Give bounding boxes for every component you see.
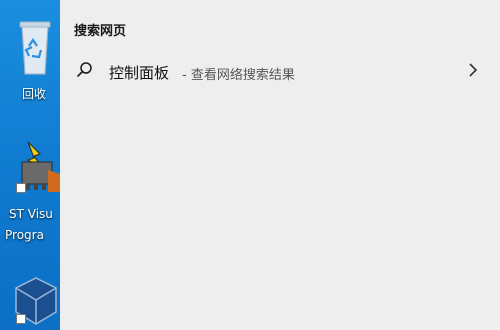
desktop-icon-recycle-bin[interactable]: 回收 <box>0 10 60 105</box>
section-title-web-search: 搜索网页 <box>74 24 127 39</box>
desktop-icon-st-visual-programmer[interactable]: ST Visu Progra <box>0 140 60 250</box>
search-icon <box>77 62 92 77</box>
shortcut-arrow-icon-2 <box>16 314 26 324</box>
st-visual-label-line1: ST Visu <box>9 207 53 221</box>
chevron-right-icon[interactable] <box>468 62 478 78</box>
search-result-control-panel[interactable]: 控制面板 - 查看网络搜索结果 <box>68 56 478 86</box>
recycle-bin-icon <box>19 21 51 75</box>
search-results-panel: 搜索网页 控制面板 - 查看网络搜索结果 <box>60 0 500 330</box>
desktop-icon-virtualbox[interactable] <box>0 272 60 330</box>
recycle-bin-label: 回收 <box>22 87 47 101</box>
st-visual-label-line2: Progra <box>5 228 44 242</box>
result-title: 控制面板 <box>109 64 170 82</box>
shortcut-arrow-icon <box>16 183 26 193</box>
desktop: 回收 ST Visu Progra <box>0 0 60 330</box>
result-subtitle: - 查看网络搜索结果 <box>182 68 295 83</box>
